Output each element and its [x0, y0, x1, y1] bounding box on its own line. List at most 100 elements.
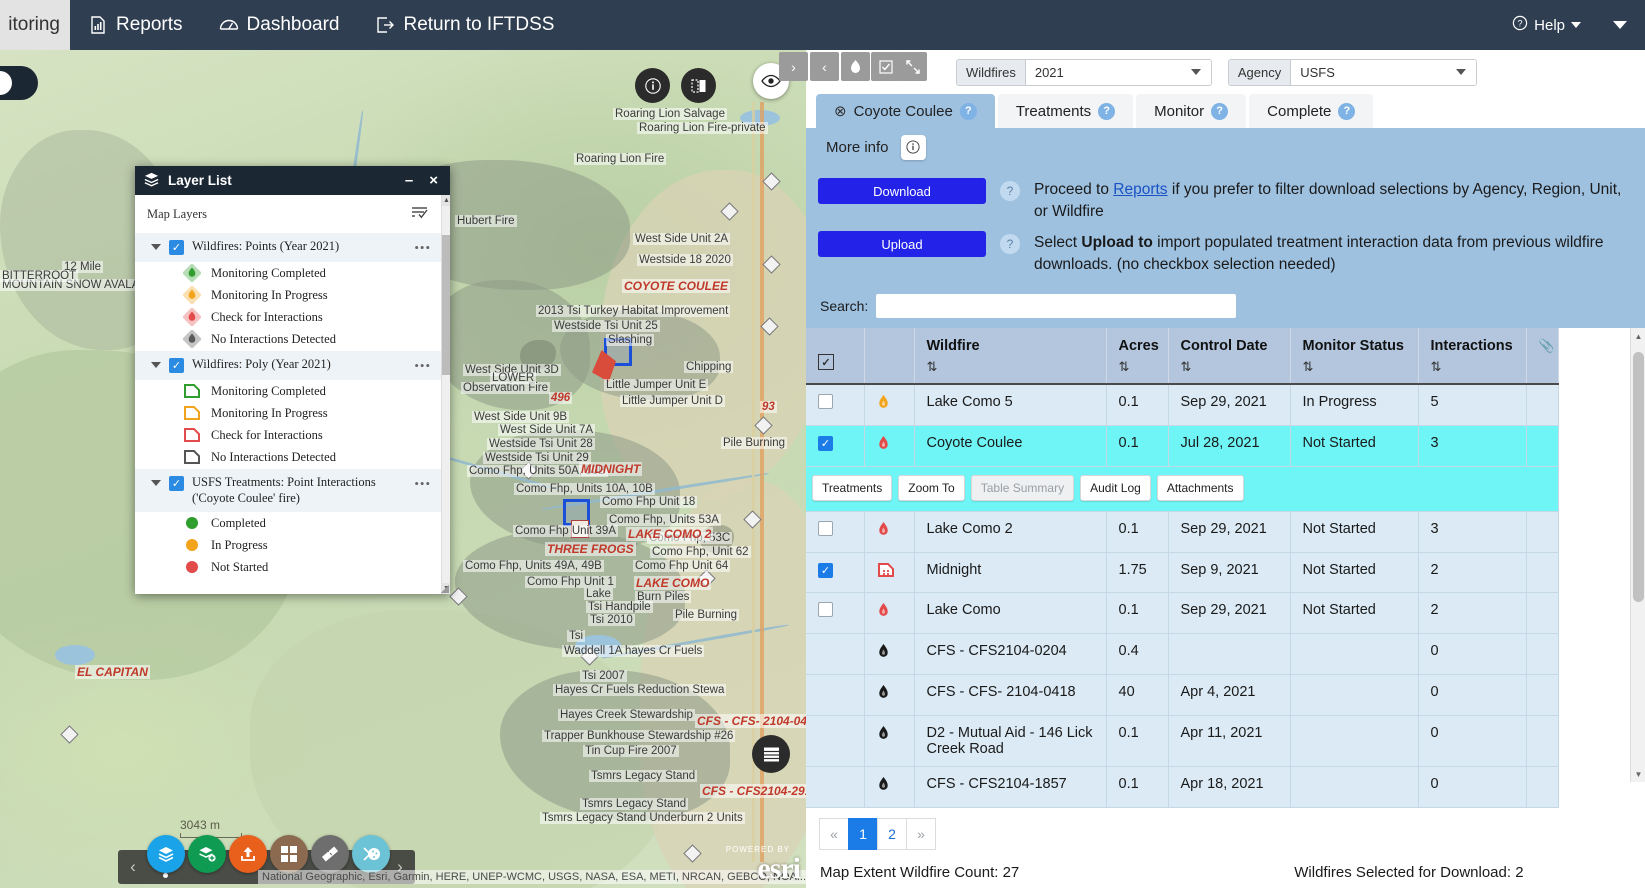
measure-button[interactable]	[311, 835, 349, 873]
layer-visibility-checkbox[interactable]: ✓	[169, 240, 184, 255]
help-menu[interactable]: ? Help	[1512, 15, 1587, 35]
row-attachment-cell[interactable]	[1526, 633, 1559, 675]
sort-icon[interactable]: ⇅	[927, 359, 1096, 375]
map-expand-right-button[interactable]: ›	[779, 52, 808, 81]
download-button[interactable]: Download	[818, 178, 986, 204]
layer-list-minimize-button[interactable]: –	[401, 172, 417, 189]
row-attachment-cell[interactable]	[1526, 425, 1559, 467]
nav-collapse-chevron-icon[interactable]	[1613, 21, 1627, 29]
row-select-checkbox[interactable]: ✓	[818, 436, 833, 451]
monitor-status-column-header[interactable]: Monitor Status ⇅	[1290, 328, 1419, 385]
map-attribute-table-button[interactable]	[752, 735, 790, 773]
tab-treatments[interactable]: Treatments?	[997, 94, 1134, 128]
collapse-panel-button[interactable]	[898, 52, 927, 81]
table-row[interactable]: Lake Como 0.1 Sep 29, 2021 Not Started 2	[806, 592, 1559, 634]
row-checkbox-cell[interactable]: ✓	[806, 552, 865, 593]
table-scrollbar-thumb[interactable]	[1633, 352, 1644, 602]
grid-button[interactable]	[270, 835, 308, 873]
layer-group[interactable]: ✓ USFS Treatments: Point Interactions ('C…	[135, 468, 441, 513]
row-checkbox-cell[interactable]: ✓	[806, 425, 865, 467]
row-attachment-cell[interactable]	[1526, 715, 1559, 767]
row-action-audit-log-button[interactable]: Audit Log	[1080, 475, 1151, 501]
tab-coyote-coulee[interactable]: ⊗ Coyote Coulee?	[816, 94, 995, 128]
tab-help-icon[interactable]: ?	[1338, 102, 1356, 120]
scroll-up-arrow-icon[interactable]: ▲	[442, 195, 450, 206]
row-checkbox-cell[interactable]	[806, 674, 865, 716]
table-scrollbar[interactable]: ▲ ▼	[1630, 328, 1645, 782]
pagination-first-button[interactable]: «	[819, 818, 849, 850]
layer-visibility-checkbox[interactable]: ✓	[169, 358, 184, 373]
tab-help-icon[interactable]: ?	[959, 102, 977, 120]
more-info-button[interactable]	[900, 134, 926, 160]
row-select-checkbox[interactable]	[818, 521, 833, 536]
interactions-column-header[interactable]: Interactions ⇅	[1418, 328, 1527, 385]
panel-resize-handle[interactable]	[441, 585, 449, 593]
nav-item-return-to-iftdss[interactable]: Return to IFTDSS	[357, 0, 572, 50]
sort-icon[interactable]: ⇅	[1431, 359, 1516, 375]
caret-down-icon[interactable]	[151, 244, 161, 250]
row-attachment-cell[interactable]	[1526, 592, 1559, 634]
pagination-page-2-button[interactable]: 2	[877, 818, 907, 850]
row-checkbox-cell[interactable]	[806, 384, 865, 426]
search-input[interactable]	[876, 294, 1237, 318]
list-filter-icon[interactable]	[411, 205, 429, 224]
row-checkbox-cell[interactable]	[806, 633, 865, 675]
row-attachment-cell[interactable]	[1526, 384, 1559, 426]
dock-prev-icon[interactable]: ‹	[122, 857, 144, 877]
table-row[interactable]: CFS - CFS2104-1857 0.1 Apr 18, 2021 0	[806, 766, 1559, 808]
row-select-checkbox[interactable]	[818, 394, 833, 409]
layer-options-icon[interactable]: •••	[414, 240, 431, 256]
row-checkbox-cell[interactable]	[806, 715, 865, 767]
tab-complete[interactable]: Complete?	[1249, 94, 1374, 128]
row-action-treatments-button[interactable]: Treatments	[812, 475, 893, 501]
table-scroll-down-icon[interactable]: ▼	[1631, 766, 1645, 782]
upload-button[interactable]	[229, 835, 267, 873]
map-info-button[interactable]	[635, 68, 670, 103]
close-tab-icon[interactable]: ⊗	[834, 102, 847, 120]
wildfire-layer-toggle-button[interactable]	[841, 52, 870, 81]
sort-icon[interactable]: ⇅	[1303, 359, 1408, 375]
caret-down-icon[interactable]	[151, 362, 161, 368]
tab-help-icon[interactable]: ?	[1098, 102, 1116, 120]
layer-list-close-button[interactable]: ×	[425, 172, 442, 189]
draw-button[interactable]	[352, 835, 390, 873]
table-row[interactable]: CFS - CFS2104-0204 0.4 0	[806, 633, 1559, 675]
layer-options-icon[interactable]: •••	[414, 476, 431, 492]
layer-list-panel[interactable]: Layer List – × Map Layers ✓ Wildfires: Po…	[135, 166, 450, 594]
tab-help-icon[interactable]: ?	[1211, 102, 1229, 120]
table-row[interactable]: Lake Como 2 0.1 Sep 29, 2021 Not Started 3	[806, 511, 1559, 553]
caret-down-icon[interactable]	[151, 480, 161, 486]
select-all-checkbox-icon[interactable]: ✓	[818, 354, 834, 370]
tab-monitor[interactable]: Monitor?	[1136, 94, 1247, 128]
agency-select[interactable]: USFS	[1291, 59, 1477, 85]
upload-button[interactable]: Upload	[818, 231, 986, 257]
select-all-header[interactable]: ✓	[806, 328, 865, 385]
table-row[interactable]: D2 - Mutual Aid - 146 Lick Creek Road 0.1…	[806, 715, 1559, 767]
row-checkbox-cell[interactable]	[806, 766, 865, 808]
table-row[interactable]: ✓ Coyote Coulee 0.1 Jul 28, 2021 Not Started…	[806, 425, 1559, 467]
acres-column-header[interactable]: Acres ⇅	[1106, 328, 1169, 385]
reports-link[interactable]: Reports	[1113, 181, 1167, 198]
map-marker[interactable]	[60, 725, 79, 744]
upload-help-icon[interactable]: ?	[1000, 234, 1020, 254]
row-checkbox-cell[interactable]	[806, 592, 865, 634]
scrollbar-thumb[interactable]	[442, 235, 450, 375]
map-swipe-button[interactable]	[681, 68, 716, 103]
wildfires-year-select[interactable]: 2021	[1025, 59, 1211, 85]
layer-options-icon[interactable]: •••	[414, 358, 431, 374]
map-panel-toggle[interactable]	[0, 66, 38, 100]
layer-list-scrollbar[interactable]: ▲ ▼	[441, 195, 450, 594]
wildfire-column-header[interactable]: Wildfire ⇅	[914, 328, 1107, 385]
pagination-page-1-button[interactable]: 1	[848, 818, 878, 850]
table-row[interactable]: CFS - CFS- 2104-0418 40 Apr 4, 2021 0	[806, 674, 1559, 716]
row-action-zoom-to-button[interactable]: Zoom To	[898, 475, 965, 501]
row-action-attachments-button[interactable]: Attachments	[1156, 475, 1244, 501]
pagination-last-button[interactable]: »	[906, 818, 936, 850]
basemap-gallery-button[interactable]	[147, 835, 185, 873]
download-help-icon[interactable]: ?	[1000, 181, 1020, 201]
sort-icon[interactable]: ⇅	[1119, 359, 1158, 375]
layer-visibility-checkbox[interactable]: ✓	[169, 476, 184, 491]
nav-item-reports[interactable]: Reports	[70, 0, 201, 50]
control-date-column-header[interactable]: Control Date ⇅	[1168, 328, 1291, 385]
layer-group[interactable]: ✓ Wildfires: Points (Year 2021) •••	[135, 232, 441, 262]
